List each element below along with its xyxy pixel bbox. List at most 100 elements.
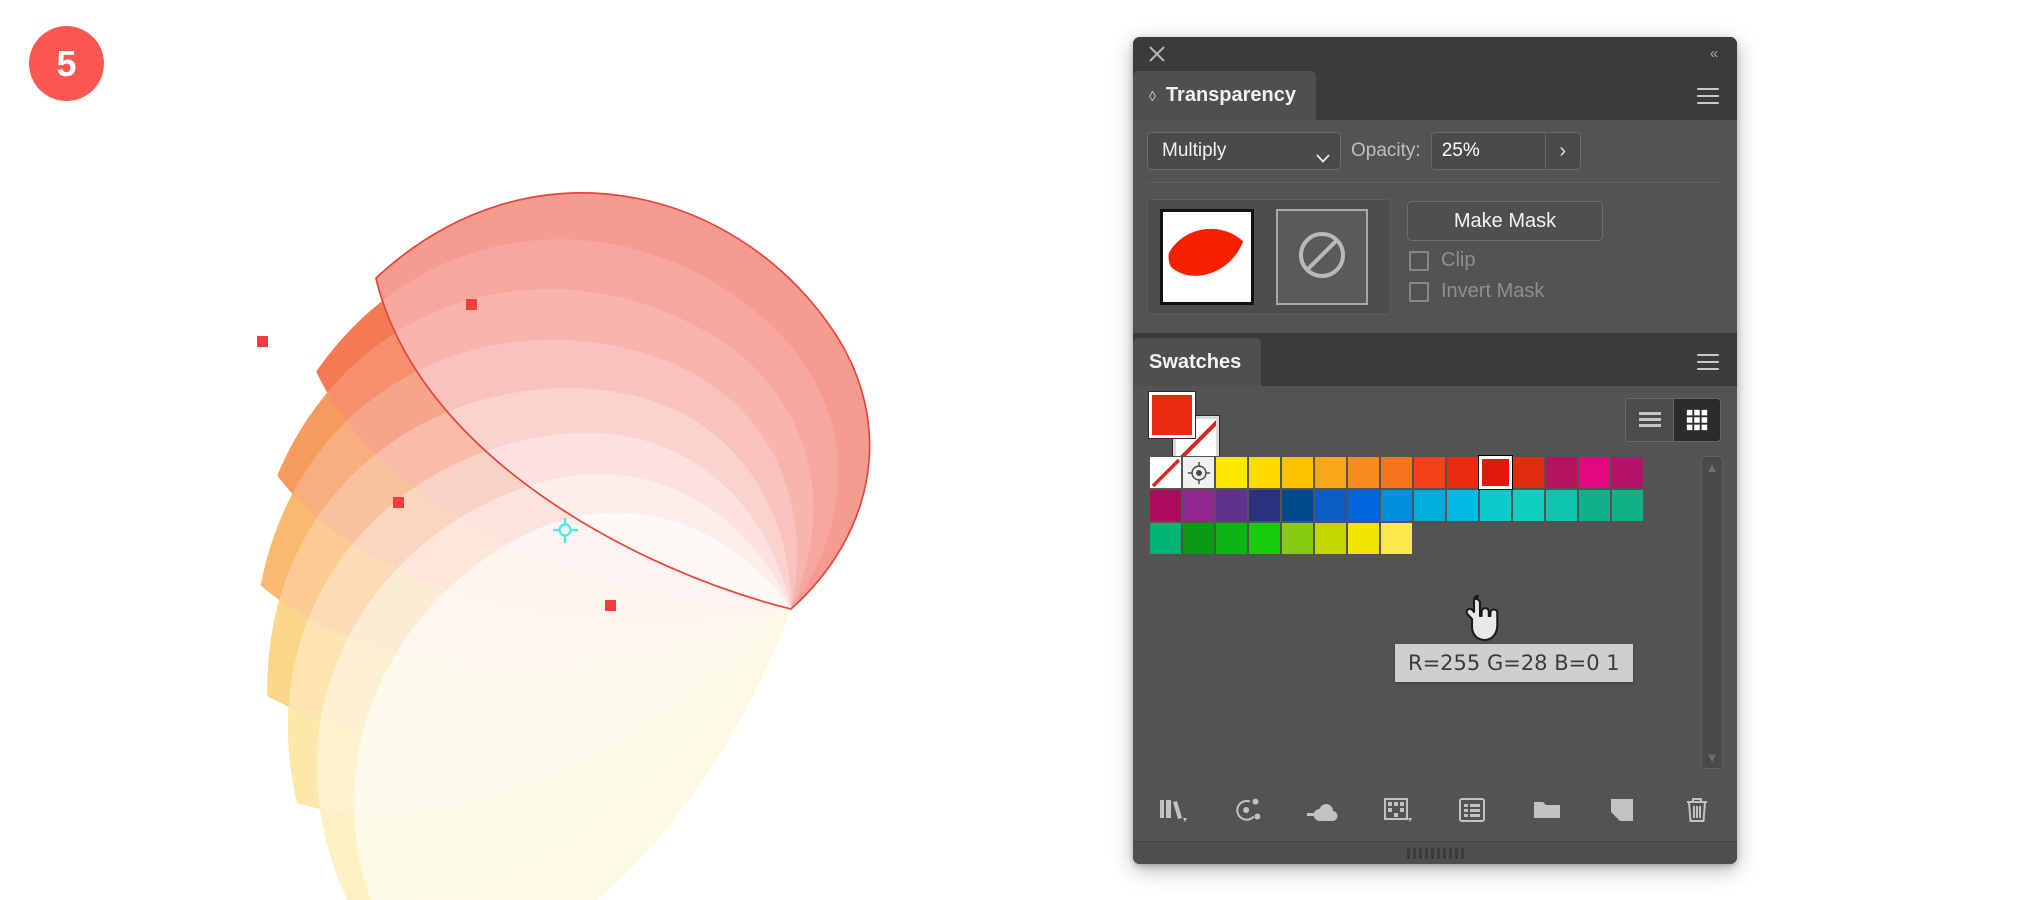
color-swatch[interactable] (1446, 456, 1479, 489)
swatches-body: ▲ ▼ (1133, 386, 1737, 864)
clip-label: Clip (1441, 249, 1476, 271)
color-swatch[interactable] (1149, 489, 1182, 522)
petal-stack (211, 170, 882, 900)
swatch-libraries-icon[interactable] (1151, 790, 1195, 830)
color-swatch[interactable] (1215, 489, 1248, 522)
color-swatch[interactable] (1611, 489, 1644, 522)
color-swatch[interactable] (1248, 522, 1281, 555)
color-swatch[interactable] (1413, 456, 1446, 489)
color-swatch[interactable] (1611, 456, 1644, 489)
color-swatch[interactable] (1578, 489, 1611, 522)
tabstrip-filler (1316, 71, 1697, 120)
show-swatch-kinds-icon[interactable] (1376, 790, 1420, 830)
panel-topbar: « (1133, 37, 1737, 71)
color-swatch[interactable] (1479, 456, 1512, 489)
blend-mode-value: Multiply (1162, 140, 1227, 161)
swatch-grid[interactable] (1149, 454, 1644, 779)
color-swatch[interactable] (1182, 522, 1215, 555)
color-swatch[interactable] (1347, 522, 1380, 555)
color-swatch[interactable] (1215, 522, 1248, 555)
color-swatch[interactable] (1281, 489, 1314, 522)
swatch-scrollbar[interactable]: ▲ ▼ (1701, 456, 1723, 769)
clip-checkbox[interactable] (1409, 250, 1429, 271)
no-mask-icon (1296, 229, 1348, 286)
color-swatch[interactable] (1380, 456, 1413, 489)
thumbnail-group (1147, 199, 1391, 315)
swatches-panel-menu-icon[interactable] (1697, 354, 1719, 370)
mask-thumbnail[interactable] (1276, 209, 1368, 305)
color-harmony-icon[interactable] (1226, 790, 1270, 830)
color-swatch[interactable] (1446, 489, 1479, 522)
artwork-thumbnail[interactable] (1160, 209, 1254, 305)
swatch-options-icon[interactable] (1450, 790, 1494, 830)
color-swatch[interactable] (1314, 489, 1347, 522)
opacity-input[interactable]: 25% (1430, 132, 1545, 170)
color-swatch[interactable] (1380, 489, 1413, 522)
grid-view-icon[interactable] (1673, 398, 1721, 442)
chevron-down-icon[interactable]: ▼ (1706, 751, 1719, 764)
fill-color-swatch[interactable] (1149, 392, 1195, 438)
color-swatch[interactable] (1545, 456, 1578, 489)
color-swatch[interactable] (1413, 489, 1446, 522)
artwork-rotated-petal-fan[interactable] (0, 0, 1100, 900)
registration-swatch[interactable] (1182, 456, 1215, 489)
tab-swatches[interactable]: Swatches (1133, 338, 1262, 386)
new-color-group-icon[interactable] (1525, 790, 1569, 830)
color-swatch[interactable] (1248, 489, 1281, 522)
transparency-panel-menu-icon[interactable] (1697, 87, 1719, 104)
opacity-label: Opacity: (1351, 140, 1421, 161)
color-swatch[interactable] (1578, 456, 1611, 489)
color-swatch[interactable] (1314, 522, 1347, 555)
close-icon[interactable] (1147, 44, 1167, 64)
mask-controls: Make Mask Clip Invert Mask (1407, 199, 1603, 303)
none-swatch[interactable] (1149, 456, 1182, 489)
color-swatch[interactable] (1215, 456, 1248, 489)
chevron-up-icon[interactable]: ▲ (1706, 461, 1719, 474)
cloud-libraries-icon[interactable] (1301, 790, 1345, 830)
color-swatch[interactable] (1182, 489, 1215, 522)
color-swatch[interactable] (1281, 522, 1314, 555)
document-canvas[interactable]: 5 « ◊ Transparency Multiply Opacity: 25%… (0, 0, 2040, 900)
invert-mask-checkbox[interactable] (1409, 281, 1429, 302)
fill-stroke-indicator (1149, 392, 1219, 462)
color-swatch[interactable] (1149, 522, 1182, 555)
artwork-svg (211, 170, 882, 900)
clip-checkbox-row[interactable]: Clip (1407, 249, 1603, 272)
swatch-row (1149, 522, 1644, 555)
tab-transparency-label: Transparency (1165, 84, 1296, 106)
grip-bars (1406, 847, 1464, 859)
color-swatch[interactable] (1512, 456, 1545, 489)
diamond-icon: ◊ (1149, 87, 1156, 104)
transparency-swatches-panel[interactable]: « ◊ Transparency Multiply Opacity: 25% ›… (1133, 37, 1737, 864)
swatch-view-toggle (1625, 398, 1721, 442)
swatches-tabstrip-filler (1261, 338, 1697, 386)
list-view-icon[interactable] (1625, 398, 1673, 442)
panel-resize-grip[interactable] (1133, 841, 1737, 864)
transparency-body: Multiply Opacity: 25% › Make Mask Clip I… (1133, 120, 1737, 333)
chevron-right-icon[interactable]: › (1544, 132, 1581, 170)
color-swatch[interactable] (1512, 489, 1545, 522)
color-swatch[interactable] (1248, 456, 1281, 489)
color-swatch[interactable] (1347, 456, 1380, 489)
color-swatch[interactable] (1314, 456, 1347, 489)
swatch-row (1149, 489, 1644, 522)
swatch-tooltip: R=255 G=28 B=0 1 (1395, 644, 1633, 682)
blend-opacity-row: Multiply Opacity: 25% › (1147, 120, 1723, 182)
delete-swatch-icon[interactable] (1675, 790, 1719, 830)
color-swatch[interactable] (1380, 522, 1413, 555)
color-swatch[interactable] (1347, 489, 1380, 522)
color-swatch[interactable] (1281, 456, 1314, 489)
collapse-double-chevron-icon[interactable]: « (1705, 46, 1723, 62)
swatch-row (1149, 456, 1644, 489)
opacity-control: 25% › (1430, 132, 1581, 170)
new-swatch-icon[interactable] (1600, 790, 1644, 830)
make-mask-button[interactable]: Make Mask (1407, 201, 1603, 241)
invert-mask-checkbox-row[interactable]: Invert Mask (1407, 280, 1603, 303)
tab-swatches-label: Swatches (1149, 350, 1242, 373)
swatches-footer-toolbar (1133, 779, 1737, 841)
color-swatch[interactable] (1479, 489, 1512, 522)
color-swatch[interactable] (1545, 489, 1578, 522)
tab-transparency[interactable]: ◊ Transparency (1133, 71, 1316, 120)
blend-mode-select[interactable]: Multiply (1147, 132, 1341, 170)
invert-mask-label: Invert Mask (1441, 280, 1545, 302)
